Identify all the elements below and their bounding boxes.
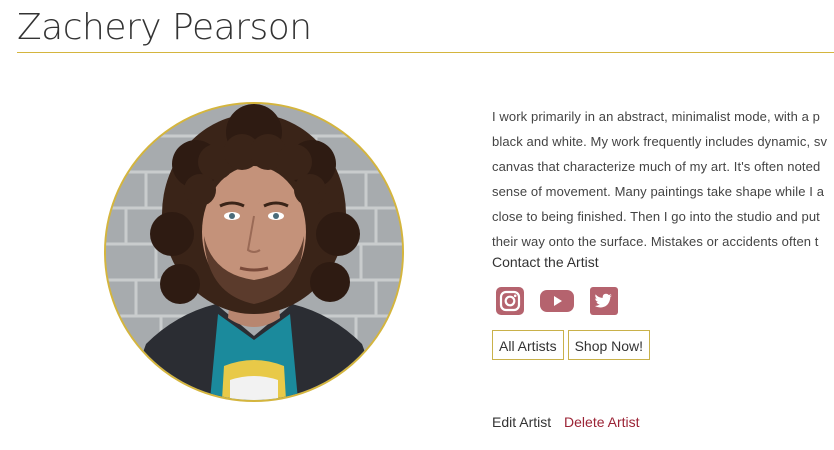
youtube-icon[interactable]	[540, 287, 574, 315]
page-title: Zachery Pearson	[17, 7, 312, 48]
bio-line: black and white. My work frequently incl…	[492, 134, 828, 149]
delete-artist-link[interactable]: Delete Artist	[564, 414, 639, 430]
title-divider	[17, 52, 834, 53]
artist-action-buttons: All Artists Shop Now!	[492, 330, 651, 360]
artist-portrait	[104, 102, 404, 402]
all-artists-button[interactable]: All Artists	[492, 330, 564, 360]
contact-artist-link[interactable]: Contact the Artist	[492, 252, 599, 272]
portrait-image	[106, 104, 402, 400]
edit-artist-link[interactable]: Edit Artist	[492, 414, 551, 430]
bio-line: I work primarily in an abstract, minimal…	[492, 109, 821, 124]
social-links	[496, 286, 618, 316]
bio-line: their way onto the surface. Mistakes or …	[492, 234, 819, 249]
shop-now-button[interactable]: Shop Now!	[567, 330, 651, 360]
bio-line: canvas that characterize much of my art.…	[492, 159, 821, 174]
artist-page: Zachery Pearson I work primarily in an a…	[0, 0, 834, 450]
artist-bio: I work primarily in an abstract, minimal…	[492, 104, 834, 254]
bio-line: sense of movement. Many paintings take s…	[492, 184, 825, 199]
bio-line: close to being finished. Then I go into …	[492, 209, 820, 224]
twitter-icon[interactable]	[590, 287, 618, 315]
instagram-icon[interactable]	[496, 287, 524, 315]
admin-links: Edit Artist Delete Artist	[492, 412, 640, 432]
